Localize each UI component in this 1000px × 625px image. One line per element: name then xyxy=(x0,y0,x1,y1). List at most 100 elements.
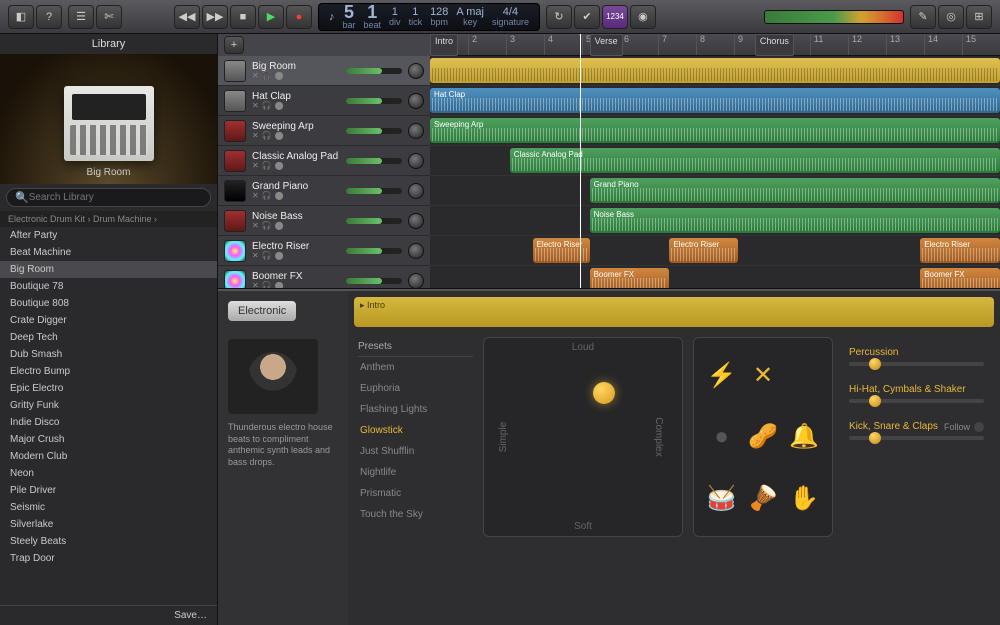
library-item[interactable]: Modern Club xyxy=(0,448,217,465)
mute-icon[interactable]: ✕ xyxy=(252,222,259,231)
volume-slider[interactable] xyxy=(346,98,402,104)
rec-icon[interactable]: ⬤ xyxy=(275,282,284,288)
library-item[interactable]: Epic Electro xyxy=(0,380,217,397)
region[interactable]: Grand Piano xyxy=(590,178,1000,203)
lcd-display[interactable]: ♪ 5bar 1beat 1div 1tick 128bpm A majkey … xyxy=(318,3,540,31)
search-input[interactable] xyxy=(29,192,202,203)
notepad-button[interactable]: ✎ xyxy=(910,5,936,29)
xy-puck[interactable] xyxy=(593,382,615,404)
media-button[interactable]: ⊞ xyxy=(966,5,992,29)
volume-slider[interactable] xyxy=(346,248,402,254)
kit-piece-icon[interactable] xyxy=(787,348,822,403)
ruler-tick[interactable]: 6 xyxy=(620,34,658,55)
follow-toggle[interactable]: Follow xyxy=(944,421,984,432)
preset-item[interactable]: Anthem xyxy=(358,357,473,378)
scissors-button[interactable]: ✄ xyxy=(96,5,122,29)
mute-icon[interactable]: ✕ xyxy=(252,192,259,201)
mute-icon[interactable]: ✕ xyxy=(252,132,259,141)
preset-item[interactable]: Euphoria xyxy=(358,378,473,399)
ruler-tick[interactable]: 1 xyxy=(430,34,468,55)
pan-knob[interactable] xyxy=(408,243,424,259)
solo-icon[interactable]: 🎧 xyxy=(262,192,272,201)
track-header[interactable]: Big Room✕ 🎧 ⬤ xyxy=(218,56,430,86)
master-volume-meter[interactable] xyxy=(764,10,904,24)
volume-slider[interactable] xyxy=(346,218,402,224)
drummer-avatar[interactable] xyxy=(228,339,318,414)
solo-icon[interactable]: 🎧 xyxy=(262,132,272,141)
record-button[interactable]: ● xyxy=(286,5,312,29)
rec-icon[interactable]: ⬤ xyxy=(275,222,284,231)
solo-icon[interactable]: 🎧 xyxy=(262,102,272,111)
rec-icon[interactable]: ⬤ xyxy=(275,252,284,261)
pan-knob[interactable] xyxy=(408,153,424,169)
ruler-tick[interactable]: 5 xyxy=(582,34,620,55)
kit-piece-icon[interactable]: 🔔 xyxy=(787,409,822,464)
solo-icon[interactable]: 🎧 xyxy=(262,282,272,288)
genre-selector[interactable]: Electronic xyxy=(228,301,296,321)
preset-item[interactable]: Prismatic xyxy=(358,483,473,504)
library-list[interactable]: After PartyBeat MachineBig RoomBoutique … xyxy=(0,227,217,605)
ruler-tick[interactable]: 2 xyxy=(468,34,506,55)
pan-knob[interactable] xyxy=(408,183,424,199)
kit-piece-icon[interactable]: ✋ xyxy=(787,471,822,526)
library-item[interactable]: Steely Beats xyxy=(0,533,217,550)
track-header[interactable]: Hat Clap✕ 🎧 ⬤ xyxy=(218,86,430,116)
library-item[interactable]: Pile Driver xyxy=(0,482,217,499)
library-item[interactable]: Major Crush xyxy=(0,431,217,448)
ruler-tick[interactable]: 3 xyxy=(506,34,544,55)
solo-icon[interactable]: 🎧 xyxy=(262,252,272,261)
stop-button[interactable]: ■ xyxy=(230,5,256,29)
countoff-button[interactable]: 1234 xyxy=(602,5,628,29)
preset-item[interactable]: Nightlife xyxy=(358,462,473,483)
playhead[interactable] xyxy=(580,34,581,288)
region[interactable] xyxy=(430,58,1000,83)
solo-icon[interactable]: 🎧 xyxy=(262,162,272,171)
volume-slider[interactable] xyxy=(346,68,402,74)
pan-knob[interactable] xyxy=(408,93,424,109)
editor-region-strip[interactable]: ▸ Intro xyxy=(354,297,994,327)
library-item[interactable]: Gritty Funk xyxy=(0,397,217,414)
ruler[interactable]: 123456789101112131415 xyxy=(430,34,1000,56)
slider-thumb[interactable] xyxy=(869,432,881,444)
kit-piece-icon[interactable]: ⚡ xyxy=(704,348,739,403)
preset-item[interactable]: Glowstick xyxy=(358,420,473,441)
rec-icon[interactable]: ⬤ xyxy=(275,162,284,171)
ruler-tick[interactable]: 11 xyxy=(810,34,848,55)
complexity-slider[interactable] xyxy=(849,362,984,366)
mute-icon[interactable]: ✕ xyxy=(252,162,259,171)
library-breadcrumb[interactable]: Electronic Drum Kit › Drum Machine › xyxy=(0,211,217,227)
mute-icon[interactable]: ✕ xyxy=(252,282,259,288)
track-header[interactable]: Sweeping Arp✕ 🎧 ⬤ xyxy=(218,116,430,146)
ruler-tick[interactable]: 13 xyxy=(886,34,924,55)
rec-icon[interactable]: ⬤ xyxy=(275,132,284,141)
kit-piece-icon[interactable]: 🥁 xyxy=(704,471,739,526)
pan-knob[interactable] xyxy=(408,213,424,229)
mute-icon[interactable]: ✕ xyxy=(252,252,259,261)
browser-button[interactable]: ☰ xyxy=(68,5,94,29)
loops-button[interactable]: ◎ xyxy=(938,5,964,29)
play-button[interactable]: ▶ xyxy=(258,5,284,29)
mute-icon[interactable]: ✕ xyxy=(252,102,259,111)
library-item[interactable]: Silverlake xyxy=(0,516,217,533)
slider-thumb[interactable] xyxy=(869,395,881,407)
ruler-tick[interactable]: 8 xyxy=(696,34,734,55)
cycle-button[interactable]: ↻ xyxy=(546,5,572,29)
metronome-button[interactable]: ◉ xyxy=(630,5,656,29)
region[interactable]: Sweeping Arp xyxy=(430,118,1000,143)
library-search[interactable]: 🔍 xyxy=(6,188,211,207)
preset-item[interactable]: Flashing Lights xyxy=(358,399,473,420)
ruler-tick[interactable]: 9 xyxy=(734,34,772,55)
preset-item[interactable]: Just Shufflin xyxy=(358,441,473,462)
library-item[interactable]: Seismic xyxy=(0,499,217,516)
solo-icon[interactable]: 🎧 xyxy=(262,72,272,81)
ruler-tick[interactable]: 14 xyxy=(924,34,962,55)
track-header[interactable]: Electro Riser✕ 🎧 ⬤ xyxy=(218,236,430,266)
mute-icon[interactable]: ✕ xyxy=(252,72,259,81)
volume-slider[interactable] xyxy=(346,158,402,164)
kit-piece-icon[interactable]: ● xyxy=(704,409,739,464)
region[interactable]: Electro Riser xyxy=(920,238,1000,263)
tuner-button[interactable]: ✔ xyxy=(574,5,600,29)
track-header[interactable]: Grand Piano✕ 🎧 ⬤ xyxy=(218,176,430,206)
pan-knob[interactable] xyxy=(408,273,424,289)
complexity-slider[interactable] xyxy=(849,399,984,403)
